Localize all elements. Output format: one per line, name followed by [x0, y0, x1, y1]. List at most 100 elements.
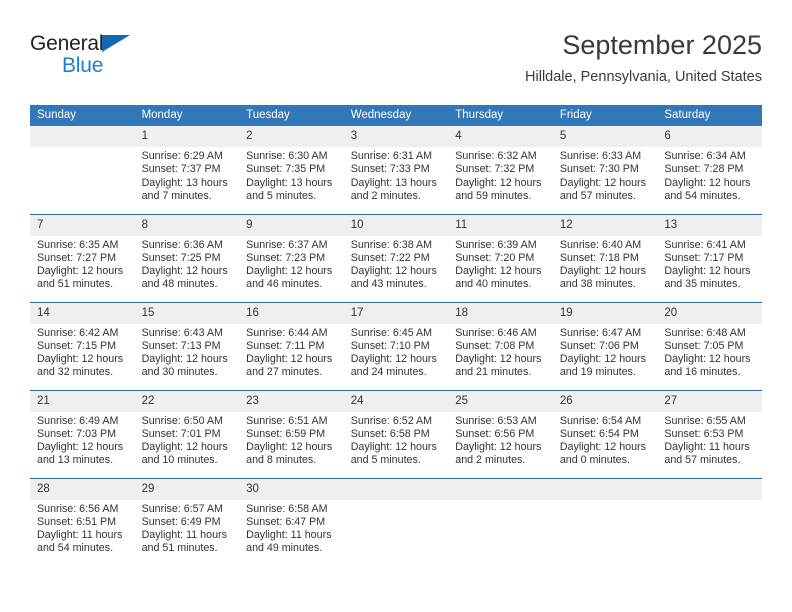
calendar-day-cell[interactable]: 16 Sunrise: 6:44 AM Sunset: 7:11 PM Dayligh… [239, 301, 344, 390]
sunset-time: Sunset: 7:25 PM [141, 251, 221, 264]
day-details: Sunrise: 6:52 AM Sunset: 6:58 PM Daylight:… [344, 412, 449, 468]
calendar-day-cell-empty [448, 477, 553, 566]
day-details: Sunrise: 6:29 AM Sunset: 7:37 PM Daylight:… [135, 147, 240, 203]
daylight-duration-line1: Daylight: 12 hours [455, 353, 542, 366]
calendar-day-cell[interactable]: 13 Sunrise: 6:41 AM Sunset: 7:17 PM Dayligh… [657, 213, 762, 302]
sunset-time: Sunset: 7:10 PM [350, 339, 430, 352]
calendar-day-cell[interactable]: 28 Sunrise: 6:56 AM Sunset: 6:51 PM Dayligh… [30, 477, 135, 566]
calendar-day-cell[interactable]: 6 Sunrise: 6:34 AM Sunset: 7:28 PM Daylight… [657, 126, 762, 214]
daylight-duration-line1: Daylight: 12 hours [246, 265, 333, 278]
sunrise-time: Sunrise: 6:55 AM [664, 414, 746, 427]
sunrise-time: Sunrise: 6:44 AM [246, 326, 328, 339]
day-number: 21 [30, 390, 135, 412]
calendar-day-cell[interactable]: 14 Sunrise: 6:42 AM Sunset: 7:15 PM Dayligh… [30, 301, 135, 390]
day-details: Sunrise: 6:42 AM Sunset: 7:15 PM Daylight:… [30, 324, 135, 380]
sunrise-time: Sunrise: 6:46 AM [455, 326, 537, 339]
daylight-duration-line2: and 38 minutes. [559, 278, 636, 291]
sunset-time: Sunset: 7:33 PM [350, 163, 430, 176]
sunset-time: Sunset: 6:59 PM [246, 427, 326, 440]
sunset-time: Sunset: 7:06 PM [559, 339, 639, 352]
day-number: 27 [657, 390, 762, 412]
calendar-day-cell[interactable]: 21 Sunrise: 6:49 AM Sunset: 7:03 PM Dayligh… [30, 389, 135, 478]
day-details: Sunrise: 6:44 AM Sunset: 7:11 PM Daylight:… [239, 324, 344, 380]
calendar-day-cell[interactable]: 18 Sunrise: 6:46 AM Sunset: 7:08 PM Dayligh… [448, 301, 553, 390]
day-number: 29 [134, 478, 240, 500]
calendar-week-row: 7 Sunrise: 6:35 AM Sunset: 7:27 PM Daylight… [30, 213, 762, 302]
day-number [30, 126, 135, 147]
calendar-day-cell[interactable]: 25 Sunrise: 6:53 AM Sunset: 6:56 PM Dayligh… [448, 389, 553, 478]
calendar-page: General Blue September 2025 Hilldale, Pe… [0, 0, 792, 612]
day-number: 3 [343, 126, 449, 147]
sunset-time: Sunset: 7:17 PM [664, 251, 744, 264]
day-number: 16 [239, 302, 344, 324]
calendar-day-cell[interactable]: 27 Sunrise: 6:55 AM Sunset: 6:53 PM Dayligh… [657, 389, 762, 478]
calendar-day-cell[interactable]: 4 Sunrise: 6:32 AM Sunset: 7:32 PM Daylight… [448, 126, 553, 214]
day-number: 15 [134, 302, 240, 324]
logo-blue-label: Blue [62, 54, 104, 77]
sunrise-time: Sunrise: 6:29 AM [141, 150, 223, 162]
calendar-day-cell[interactable]: 3 Sunrise: 6:31 AM Sunset: 7:33 PM Daylight… [343, 126, 449, 214]
day-details: Sunrise: 6:34 AM Sunset: 7:28 PM Daylight:… [657, 147, 762, 203]
calendar-day-cell[interactable]: 15 Sunrise: 6:43 AM Sunset: 7:13 PM Dayligh… [134, 301, 240, 390]
daylight-duration-line2: and 54 minutes. [37, 542, 114, 555]
sunset-time: Sunset: 7:35 PM [246, 163, 326, 176]
sunset-time: Sunset: 6:49 PM [141, 515, 221, 528]
daylight-duration-line2: and 8 minutes. [246, 454, 317, 467]
daylight-duration-line1: Daylight: 12 hours [455, 265, 542, 278]
day-number: 4 [448, 126, 553, 147]
daylight-duration-line1: Daylight: 12 hours [37, 441, 124, 454]
calendar-day-cell-empty [657, 477, 762, 566]
calendar-day-cell[interactable]: 7 Sunrise: 6:35 AM Sunset: 7:27 PM Daylight… [30, 213, 135, 302]
day-number: 20 [657, 302, 762, 324]
sunset-time: Sunset: 7:23 PM [246, 251, 326, 264]
weekday-header-tuesday: Tuesday [239, 105, 344, 126]
calendar-day-cell[interactable]: 29 Sunrise: 6:57 AM Sunset: 6:49 PM Dayligh… [134, 477, 240, 566]
sunset-time: Sunset: 7:37 PM [141, 163, 221, 176]
sunrise-time: Sunrise: 6:36 AM [141, 238, 223, 251]
daylight-duration-line2: and 19 minutes. [559, 366, 636, 379]
calendar-day-cell[interactable]: 22 Sunrise: 6:50 AM Sunset: 7:01 PM Dayligh… [134, 389, 240, 478]
sunrise-time: Sunrise: 6:39 AM [455, 238, 537, 251]
calendar-day-cell[interactable]: 5 Sunrise: 6:33 AM Sunset: 7:30 PM Daylight… [552, 126, 658, 214]
daylight-duration-line2: and 0 minutes. [559, 454, 630, 467]
sunset-time: Sunset: 7:30 PM [559, 163, 639, 176]
calendar-day-cell-empty [343, 477, 449, 566]
sunrise-time: Sunrise: 6:49 AM [37, 414, 119, 427]
calendar-day-cell[interactable]: 2 Sunrise: 6:30 AM Sunset: 7:35 PM Daylight… [239, 126, 344, 214]
calendar-day-cell[interactable]: 26 Sunrise: 6:54 AM Sunset: 6:54 PM Dayligh… [552, 389, 658, 478]
sunrise-time: Sunrise: 6:52 AM [350, 414, 433, 427]
day-number: 22 [134, 390, 240, 412]
weekday-header-sunday: Sunday [30, 105, 135, 126]
sunrise-time: Sunrise: 6:50 AM [141, 414, 223, 427]
daylight-duration-line1: Daylight: 12 hours [141, 265, 228, 278]
logo-general-label: General [30, 32, 104, 55]
day-number [657, 478, 762, 500]
calendar-day-cell[interactable]: 8 Sunrise: 6:36 AM Sunset: 7:25 PM Daylight… [134, 213, 240, 302]
calendar-day-cell[interactable]: 10 Sunrise: 6:38 AM Sunset: 7:22 PM Dayligh… [343, 213, 449, 302]
calendar-grid: Sunday Monday Tuesday Wednesday Thursday… [30, 105, 762, 566]
calendar-day-cell[interactable]: 11 Sunrise: 6:39 AM Sunset: 7:20 PM Dayligh… [448, 213, 553, 302]
calendar-day-cell[interactable]: 30 Sunrise: 6:58 AM Sunset: 6:47 PM Dayligh… [239, 477, 344, 566]
day-details: Sunrise: 6:48 AM Sunset: 7:05 PM Daylight:… [657, 324, 762, 380]
calendar-day-cell[interactable]: 24 Sunrise: 6:52 AM Sunset: 6:58 PM Dayligh… [343, 389, 449, 478]
day-number: 6 [657, 126, 762, 147]
sunset-time: Sunset: 7:18 PM [559, 251, 639, 264]
calendar-day-cell[interactable]: 19 Sunrise: 6:47 AM Sunset: 7:06 PM Dayligh… [552, 301, 658, 390]
daylight-duration-line2: and 57 minutes. [559, 189, 636, 202]
calendar-day-cell[interactable]: 12 Sunrise: 6:40 AM Sunset: 7:18 PM Dayligh… [552, 213, 658, 302]
calendar-day-cell[interactable]: 17 Sunrise: 6:45 AM Sunset: 7:10 PM Dayligh… [343, 301, 449, 390]
sunset-time: Sunset: 6:51 PM [37, 515, 117, 528]
day-number: 17 [343, 302, 449, 324]
daylight-duration-line2: and 40 minutes. [455, 278, 532, 291]
daylight-duration-line2: and 46 minutes. [246, 278, 323, 291]
calendar-day-cell[interactable]: 23 Sunrise: 6:51 AM Sunset: 6:59 PM Dayligh… [239, 389, 344, 478]
calendar-day-cell[interactable]: 9 Sunrise: 6:37 AM Sunset: 7:23 PM Daylight… [239, 213, 344, 302]
daylight-duration-line1: Daylight: 13 hours [141, 176, 228, 189]
sunset-time: Sunset: 7:11 PM [246, 339, 325, 352]
calendar-day-cell[interactable]: 1 Sunrise: 6:29 AM Sunset: 7:37 PM Daylight… [134, 126, 240, 214]
daylight-duration-line1: Daylight: 11 hours [246, 529, 332, 542]
calendar-day-cell[interactable]: 20 Sunrise: 6:48 AM Sunset: 7:05 PM Dayligh… [657, 301, 762, 390]
sunset-time: Sunset: 6:56 PM [455, 427, 535, 440]
day-number: 7 [30, 214, 135, 236]
general-blue-logo: General Blue [30, 32, 230, 77]
